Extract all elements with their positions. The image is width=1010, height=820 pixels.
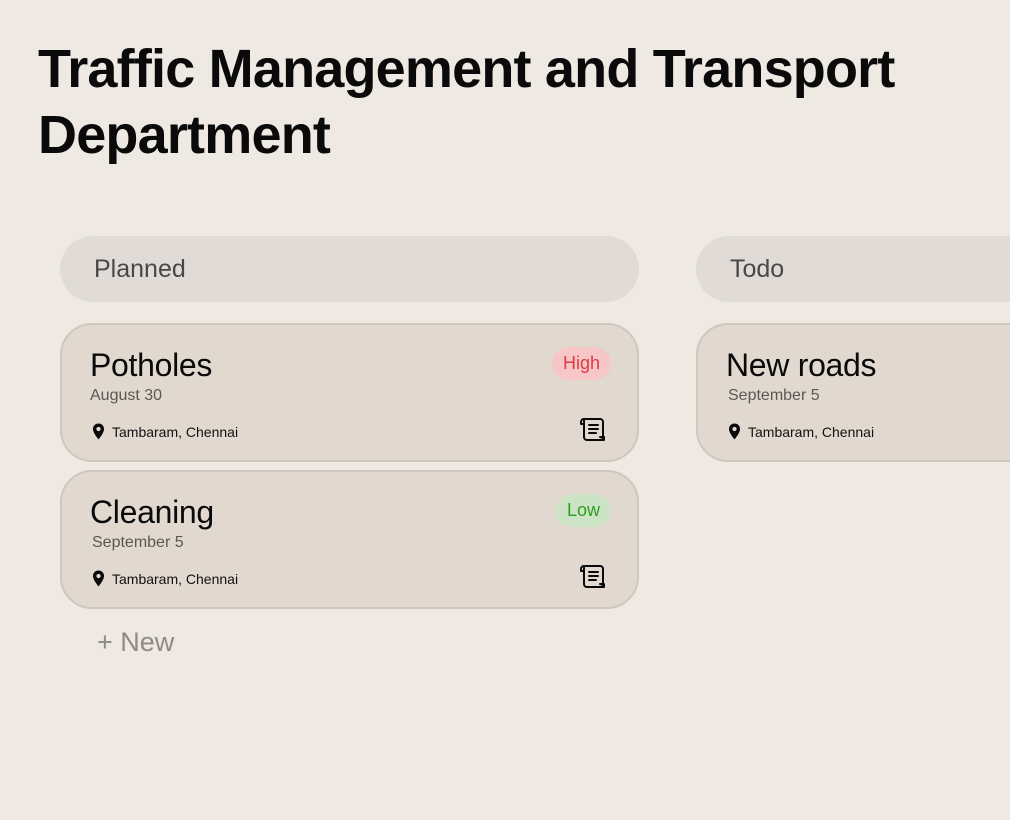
card-location: Tambaram, Chennai bbox=[92, 423, 238, 440]
new-card-button[interactable]: + New bbox=[97, 627, 174, 658]
card-title: Potholes bbox=[90, 347, 213, 383]
card-location-label: Tambaram, Chennai bbox=[112, 423, 239, 440]
card-date: September 5 bbox=[92, 534, 184, 551]
page-title: Traffic Management and Transport Departm… bbox=[38, 39, 895, 165]
task-card-new-roads[interactable]: New roads September 5 Tambaram, Chennai bbox=[696, 323, 1010, 462]
task-card-cleaning[interactable]: Cleaning September 5 Tambaram, Chennai L… bbox=[60, 470, 639, 609]
column-planned: Planned Potholes August 30 Tambaram, Che… bbox=[60, 236, 639, 658]
card-date: September 5 bbox=[728, 387, 820, 404]
priority-badge: Low bbox=[555, 494, 611, 527]
column-header-planned[interactable]: Planned bbox=[60, 236, 639, 302]
task-card-potholes[interactable]: Potholes August 30 Tambaram, Chennai Hig… bbox=[60, 323, 639, 462]
card-title: Cleaning bbox=[90, 494, 214, 530]
card-list-todo: New roads September 5 Tambaram, Chennai bbox=[696, 323, 1010, 462]
card-location-label: Tambaram, Chennai bbox=[748, 423, 875, 440]
column-header-todo[interactable]: Todo bbox=[696, 236, 1010, 302]
map-pin-icon bbox=[92, 570, 105, 587]
map-pin-icon bbox=[92, 423, 105, 440]
column-todo: Todo New roads September 5 Tambaram, Che… bbox=[696, 236, 1010, 462]
card-date: August 30 bbox=[90, 387, 163, 404]
card-location: Tambaram, Chennai bbox=[728, 423, 874, 440]
priority-badge: High bbox=[551, 347, 611, 380]
card-title: New roads bbox=[726, 347, 877, 383]
card-list-planned: Potholes August 30 Tambaram, Chennai Hig… bbox=[60, 323, 639, 609]
board-page: Traffic Management and Transport Departm… bbox=[0, 0, 1010, 820]
scroll-icon[interactable] bbox=[579, 562, 607, 590]
scroll-icon[interactable] bbox=[579, 415, 607, 443]
map-pin-icon bbox=[728, 423, 741, 440]
card-location-label: Tambaram, Chennai bbox=[112, 570, 239, 587]
card-location: Tambaram, Chennai bbox=[92, 570, 238, 587]
